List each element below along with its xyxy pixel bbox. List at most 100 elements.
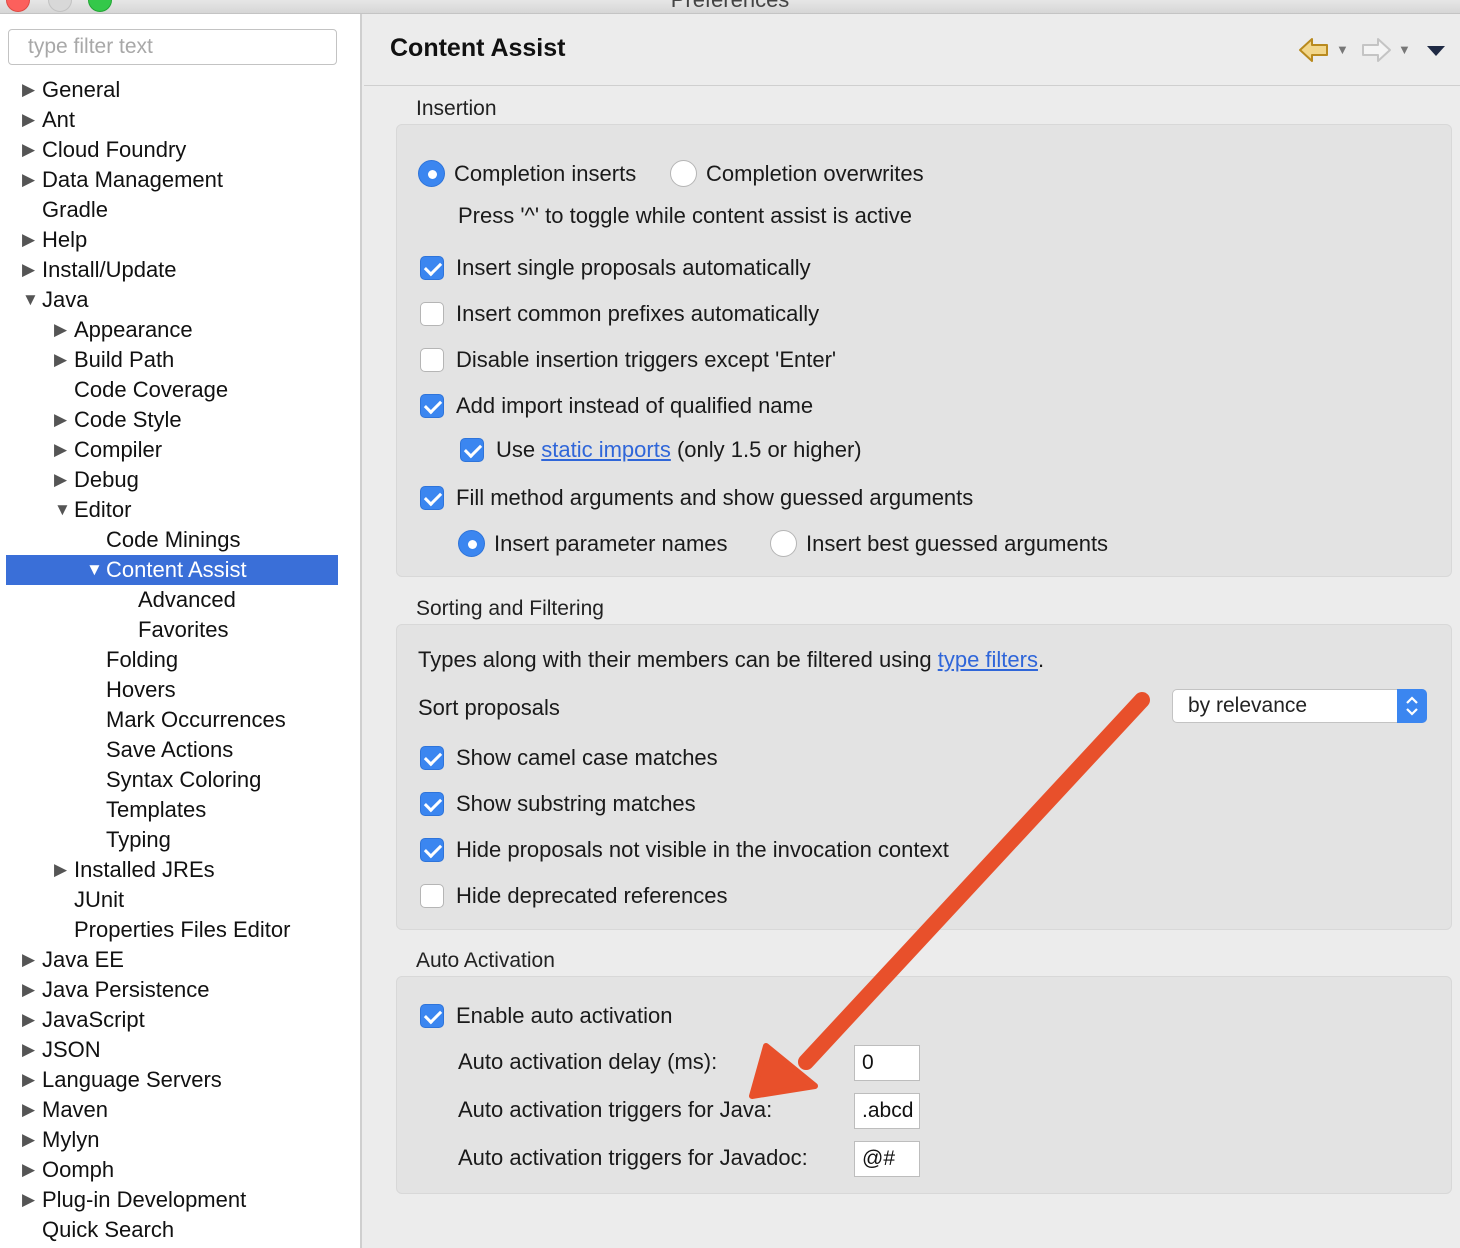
expanded-twisty-icon[interactable]: ▼: [22, 285, 39, 315]
tree-item[interactable]: ▶ General: [0, 75, 360, 105]
tree-item[interactable]: ▶ Debug: [0, 465, 360, 495]
tree-item[interactable]: ▶ Compiler: [0, 435, 360, 465]
hide-deprecated-checkbox-box[interactable]: [420, 884, 444, 908]
camel-case-checkbox-box[interactable]: [420, 746, 444, 770]
tree-item[interactable]: ▶ Mylyn: [0, 1125, 360, 1155]
collapsed-twisty-icon[interactable]: ▶: [22, 1185, 35, 1215]
tree-item[interactable]: Syntax Coloring: [0, 765, 360, 795]
tree-item[interactable]: Code Minings: [0, 525, 360, 555]
tree-item[interactable]: ▶ Help: [0, 225, 360, 255]
tree-item[interactable]: ▶ JSON: [0, 1035, 360, 1065]
tree-item[interactable]: Favorites: [0, 615, 360, 645]
tree-item[interactable]: ▶ Plug-in Development: [0, 1185, 360, 1215]
collapsed-twisty-icon[interactable]: ▶: [22, 1035, 35, 1065]
collapsed-twisty-icon[interactable]: ▶: [22, 225, 35, 255]
disable-insertion-triggers-checkbox-box[interactable]: [420, 348, 444, 372]
tree-item[interactable]: ▶ Build Path: [0, 345, 360, 375]
tree-item[interactable]: ▼ Java: [0, 285, 360, 315]
preferences-tree: ▶ General ▶ Ant ▶ Cloud Foundry ▶ Data Manageme…: [0, 75, 360, 1245]
expanded-twisty-icon[interactable]: ▼: [86, 555, 103, 585]
tree-item[interactable]: ▶ Data Management: [0, 165, 360, 195]
tree-item[interactable]: Advanced: [0, 585, 360, 615]
collapsed-twisty-icon[interactable]: ▶: [54, 405, 67, 435]
completion-overwrites-radio-indicator[interactable]: [670, 160, 697, 187]
hide-deprecated-label: Hide deprecated references: [456, 883, 728, 908]
tree-item[interactable]: ▶ JavaScript: [0, 1005, 360, 1035]
preference-page: Content Assist ▼ ▼ Insertion Completion …: [364, 14, 1460, 1248]
tree-item[interactable]: Gradle: [0, 195, 360, 225]
tree-item[interactable]: ▶ Ant: [0, 105, 360, 135]
tree-item[interactable]: ▶ Oomph: [0, 1155, 360, 1185]
collapsed-twisty-icon[interactable]: ▶: [54, 345, 67, 375]
insert-best-guessed-radio-indicator[interactable]: [770, 530, 797, 557]
tree-item[interactable]: ▶ Install/Update: [0, 255, 360, 285]
collapsed-twisty-icon[interactable]: ▶: [22, 1155, 35, 1185]
collapsed-twisty-icon[interactable]: ▶: [54, 855, 67, 885]
collapsed-twisty-icon[interactable]: ▶: [22, 105, 35, 135]
tree-item[interactable]: Folding: [0, 645, 360, 675]
javadoc-triggers-label: Auto activation triggers for Javadoc:: [458, 1145, 808, 1170]
activation-delay-field[interactable]: 0: [854, 1045, 920, 1081]
filter-input[interactable]: [8, 29, 337, 65]
collapsed-twisty-icon[interactable]: ▶: [22, 255, 35, 285]
view-menu-icon[interactable]: [1426, 44, 1446, 62]
disable-insertion-triggers-label: Disable insertion triggers except 'Enter…: [456, 347, 837, 372]
back-arrow-icon[interactable]: [1298, 36, 1330, 69]
tree-item-label: Content Assist: [106, 557, 247, 582]
tree-item[interactable]: ▶ Language Servers: [0, 1065, 360, 1095]
substring-checkbox-box[interactable]: [420, 792, 444, 816]
tree-item[interactable]: Code Coverage: [0, 375, 360, 405]
tree-item-label: Quick Search: [42, 1217, 175, 1242]
tree-item[interactable]: ▶ Java Persistence: [0, 975, 360, 1005]
tree-item[interactable]: JUnit: [0, 885, 360, 915]
fill-method-arguments-checkbox-box[interactable]: [420, 486, 444, 510]
forward-arrow-icon[interactable]: [1360, 36, 1392, 69]
tree-item[interactable]: ▶ Code Style: [0, 405, 360, 435]
tree-item[interactable]: ▶ Maven: [0, 1095, 360, 1125]
collapsed-twisty-icon[interactable]: ▶: [54, 315, 67, 345]
insert-single-proposals-checkbox-box[interactable]: [420, 256, 444, 280]
tree-item-label: Help: [42, 227, 88, 252]
tree-item[interactable]: Hovers: [0, 675, 360, 705]
back-history-dropdown-icon[interactable]: ▼: [1336, 42, 1349, 57]
tree-item[interactable]: Templates: [0, 795, 360, 825]
insert-common-prefixes-checkbox-box[interactable]: [420, 302, 444, 326]
static-imports-link[interactable]: static imports: [541, 437, 671, 462]
collapsed-twisty-icon[interactable]: ▶: [54, 435, 67, 465]
preferences-sidebar: ▶ General ▶ Ant ▶ Cloud Foundry ▶ Data Manageme…: [0, 14, 362, 1248]
sort-proposals-select[interactable]: by relevance: [1172, 689, 1427, 723]
tree-item[interactable]: Typing: [0, 825, 360, 855]
collapsed-twisty-icon[interactable]: ▶: [22, 75, 35, 105]
collapsed-twisty-icon[interactable]: ▶: [22, 975, 35, 1005]
collapsed-twisty-icon[interactable]: ▶: [22, 135, 35, 165]
expanded-twisty-icon[interactable]: ▼: [54, 495, 71, 525]
java-triggers-field[interactable]: .abcd: [854, 1093, 920, 1129]
tree-item[interactable]: ▼ Editor: [0, 495, 360, 525]
collapsed-twisty-icon[interactable]: ▶: [22, 1095, 35, 1125]
tree-item[interactable]: Properties Files Editor: [0, 915, 360, 945]
type-filters-link[interactable]: type filters: [938, 647, 1038, 672]
tree-item[interactable]: ▶ Appearance: [0, 315, 360, 345]
tree-item[interactable]: ▶ Java EE: [0, 945, 360, 975]
forward-history-dropdown-icon[interactable]: ▼: [1398, 42, 1411, 57]
tree-item[interactable]: ▼ Content Assist: [6, 555, 338, 585]
use-static-imports-checkbox-box[interactable]: [460, 438, 484, 462]
add-import-checkbox-box[interactable]: [420, 394, 444, 418]
tree-item[interactable]: ▶ Cloud Foundry: [0, 135, 360, 165]
hide-invisible-proposals-checkbox-box[interactable]: [420, 838, 444, 862]
insert-parameter-names-radio-indicator[interactable]: [458, 530, 485, 557]
collapsed-twisty-icon[interactable]: ▶: [22, 945, 35, 975]
collapsed-twisty-icon[interactable]: ▶: [22, 1125, 35, 1155]
collapsed-twisty-icon[interactable]: ▶: [22, 1005, 35, 1035]
tree-item[interactable]: Mark Occurrences: [0, 705, 360, 735]
collapsed-twisty-icon[interactable]: ▶: [22, 1065, 35, 1095]
tree-item[interactable]: Quick Search: [0, 1215, 360, 1245]
completion-inserts-radio-indicator[interactable]: [418, 160, 445, 187]
tree-item[interactable]: Save Actions: [0, 735, 360, 765]
select-stepper-icon[interactable]: [1397, 689, 1427, 723]
tree-item[interactable]: ▶ Installed JREs: [0, 855, 360, 885]
enable-auto-activation-checkbox-box[interactable]: [420, 1004, 444, 1028]
collapsed-twisty-icon[interactable]: ▶: [54, 465, 67, 495]
collapsed-twisty-icon[interactable]: ▶: [22, 165, 35, 195]
javadoc-triggers-field[interactable]: @#: [854, 1141, 920, 1177]
